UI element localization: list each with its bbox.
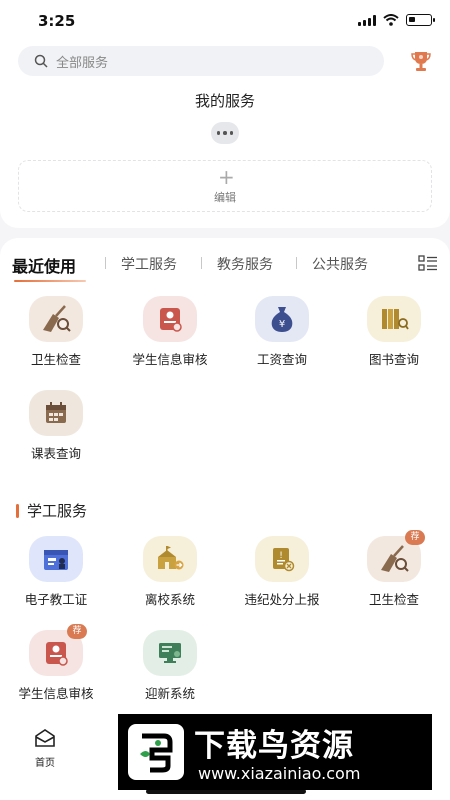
plus-icon: + — [218, 165, 235, 189]
bird-logo-icon — [128, 724, 184, 780]
active-tab-underline — [14, 280, 86, 282]
more-button[interactable] — [211, 122, 239, 144]
watermark-banner: 下载鸟资源 www.xiazainiao.com — [118, 714, 432, 790]
calendar-icon — [29, 390, 83, 436]
section-header: 学工服务 — [16, 500, 87, 521]
tab-recent[interactable]: 最近使用 — [12, 253, 76, 277]
app-label: 卫生检查 — [30, 352, 81, 367]
nav-home[interactable]: 首页 — [22, 728, 68, 769]
search-icon — [34, 54, 48, 68]
my-services-title: 我的服务 — [194, 92, 255, 110]
app-label: 学生信息审核 — [18, 686, 94, 701]
student-id-card-icon: 荐 — [29, 624, 87, 676]
app-label: 卫生检查 — [368, 592, 419, 607]
status-time: 3:25 — [38, 12, 76, 30]
books-icon — [367, 296, 421, 342]
section-accent-bar — [16, 503, 19, 518]
student-id-card-icon — [143, 296, 197, 342]
app-label: 违纪处分上报 — [244, 592, 320, 607]
app-welcome-system[interactable]: 迎新系统 — [120, 630, 220, 702]
app-discipline-report[interactable]: ! 违纪处分上报 — [232, 536, 332, 608]
recommended-badge: 荐 — [67, 624, 87, 639]
svg-text:¥: ¥ — [279, 319, 285, 330]
tab-student-affairs[interactable]: 学工服务 — [121, 254, 177, 274]
welcome-monitor-icon — [143, 630, 197, 676]
app-timetable-query[interactable]: 课表查询 — [6, 390, 106, 462]
signal-icon — [358, 14, 376, 26]
watermark-title: 下载鸟资源 — [194, 728, 354, 764]
layout-toggle-icon[interactable] — [418, 255, 438, 272]
tab-divider — [296, 257, 297, 269]
tab-public-services[interactable]: 公共服务 — [312, 254, 368, 274]
search-input[interactable]: 全部服务 — [18, 46, 384, 76]
home-mail-icon — [35, 729, 55, 747]
search-placeholder: 全部服务 — [56, 55, 109, 71]
tab-divider — [105, 257, 106, 269]
edit-services-button[interactable]: + 编辑 — [18, 160, 432, 212]
school-leave-icon — [143, 536, 197, 582]
tab-divider — [201, 257, 202, 269]
app-label: 电子教工证 — [24, 592, 88, 607]
svg-text:!: ! — [279, 551, 283, 561]
status-bar: 3:25 — [0, 0, 450, 42]
app-salary-query[interactable]: ¥ 工资查询 — [232, 296, 332, 368]
app-student-info-review[interactable]: 学生信息审核 — [120, 296, 220, 368]
app-label: 图书查询 — [368, 352, 419, 367]
section-title: 学工服务 — [27, 502, 88, 520]
app-leave-school-system[interactable]: 离校系统 — [120, 536, 220, 608]
status-icons — [358, 14, 435, 26]
broom-magnifier-icon — [29, 296, 83, 342]
app-label: 离校系统 — [144, 592, 195, 607]
app-label: 工资查询 — [256, 352, 307, 367]
staff-id-icon — [29, 536, 83, 582]
app-label: 课表查询 — [30, 446, 81, 461]
app-hygiene-check-recommended[interactable]: 荐 卫生检查 — [344, 530, 444, 608]
discipline-report-icon: ! — [255, 536, 309, 582]
battery-icon — [406, 14, 435, 26]
trophy-icon[interactable] — [410, 50, 432, 72]
tab-academic-affairs[interactable]: 教务服务 — [217, 254, 273, 274]
watermark-url: www.xiazainiao.com — [198, 764, 361, 783]
app-electronic-staff-id[interactable]: 电子教工证 — [6, 536, 106, 608]
app-label: 学生信息审核 — [132, 352, 208, 367]
broom-magnifier-icon: 荐 — [367, 530, 425, 582]
nav-home-label: 首页 — [35, 758, 55, 769]
app-student-info-review-recommended[interactable]: 荐 学生信息审核 — [6, 624, 106, 702]
recommended-badge: 荐 — [405, 530, 425, 545]
wifi-icon — [383, 14, 399, 26]
edit-label: 编辑 — [214, 191, 236, 204]
app-label: 迎新系统 — [144, 686, 195, 701]
app-library-query[interactable]: 图书查询 — [344, 296, 444, 368]
app-hygiene-check[interactable]: 卫生检查 — [6, 296, 106, 368]
service-tabs: 最近使用 学工服务 教务服务 公共服务 — [0, 238, 450, 288]
money-bag-icon: ¥ — [255, 296, 309, 342]
